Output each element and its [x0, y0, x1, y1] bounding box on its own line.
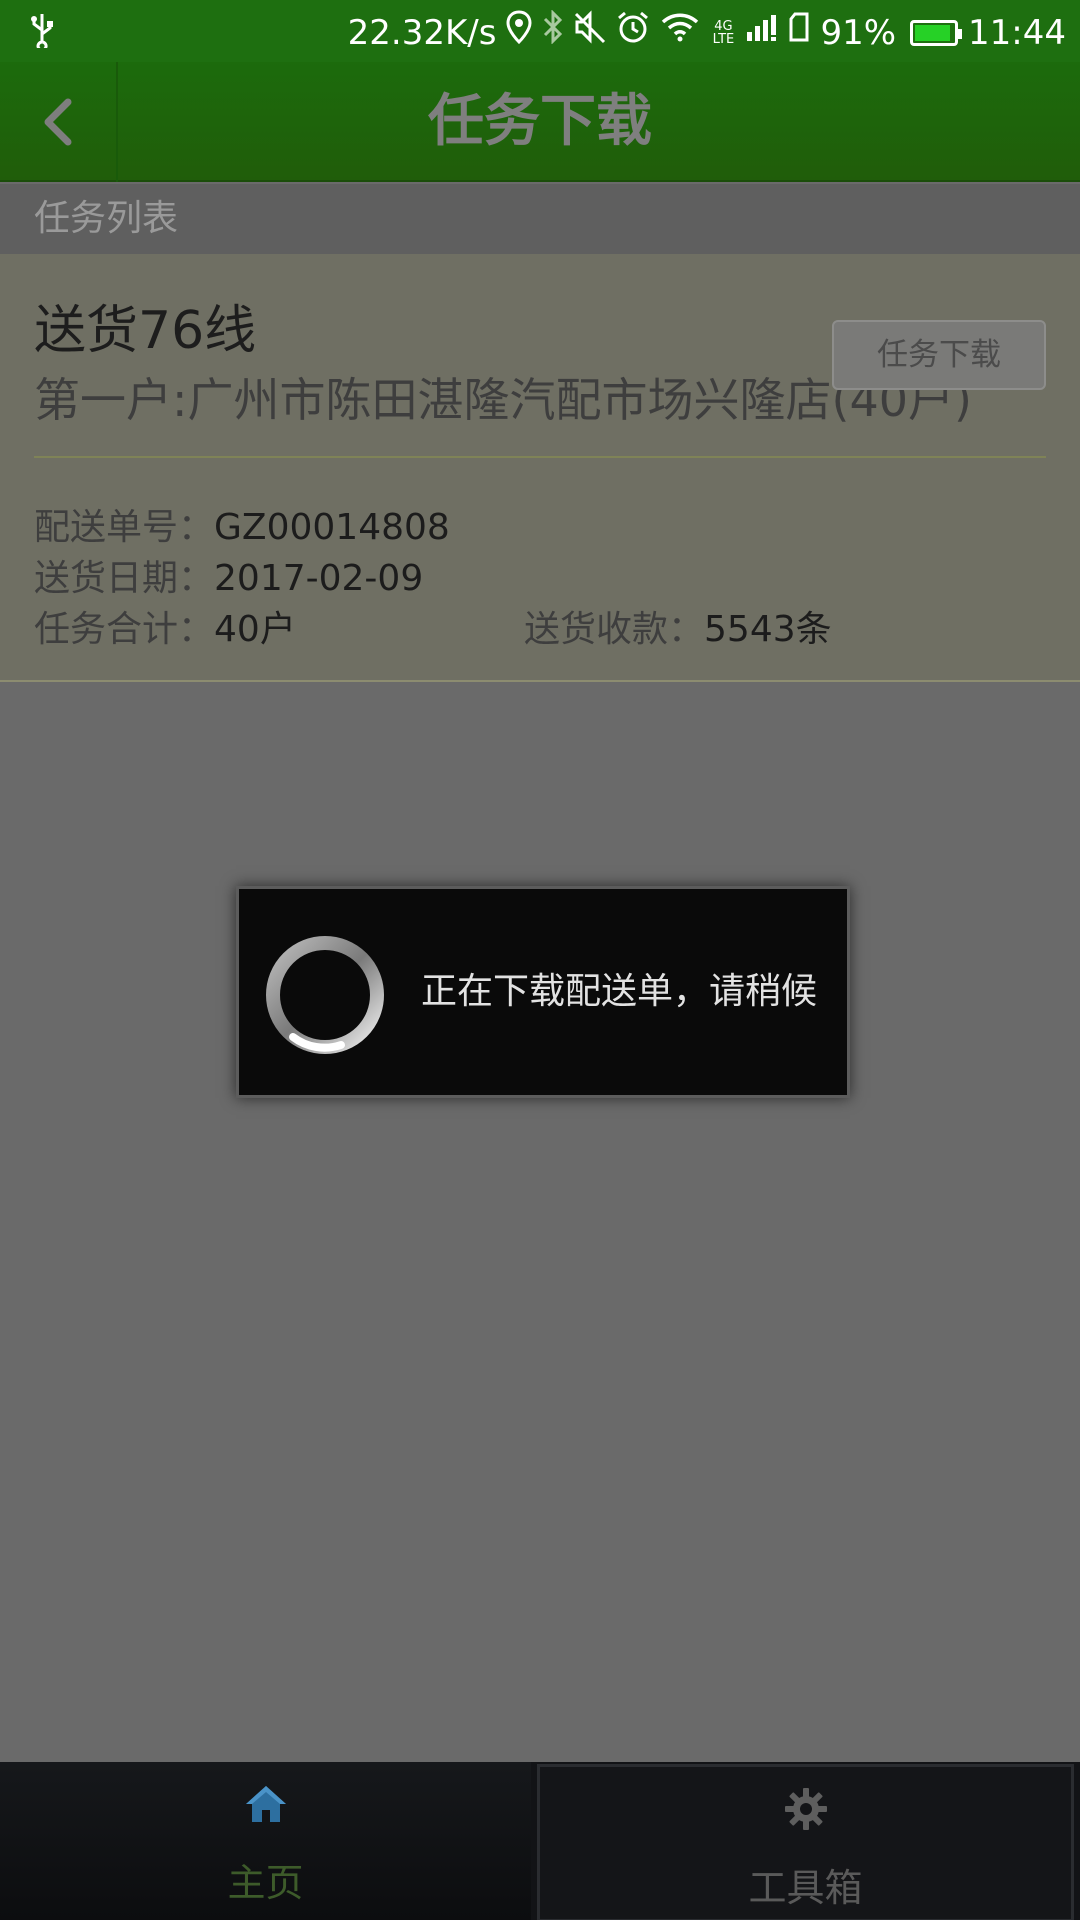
usb-icon — [28, 12, 56, 59]
status-bar: 22.32K/s 4G LTE 91% 11:44 — [0, 0, 1080, 62]
alarm-icon — [616, 10, 650, 55]
card-divider — [34, 456, 1046, 458]
sim-icon — [788, 12, 810, 53]
network-speed: 22.32K/s — [347, 12, 497, 53]
location-icon — [506, 10, 532, 55]
task-total-value: 40户 — [214, 609, 296, 650]
payment-row: 送货收款：5543条 — [524, 600, 832, 652]
payment-label: 送货收款： — [524, 609, 705, 650]
delivery-date-value: 2017-02-09 — [214, 558, 424, 599]
loading-message: 正在下载配送单，请稍候 — [421, 971, 818, 1012]
nav-home[interactable]: 主页 — [0, 1762, 531, 1920]
wifi-icon — [660, 12, 700, 53]
nav-home-label: 主页 — [227, 1861, 304, 1905]
clock: 11:44 — [968, 12, 1066, 53]
back-button[interactable] — [0, 62, 118, 182]
loading-spinner-icon — [266, 936, 384, 1054]
task-card[interactable]: 送货76线 第一户:广州市陈田湛隆汽配市场兴隆店(40户) 任务下载 配送单号：… — [0, 254, 1080, 682]
order-number-label: 配送单号： — [34, 507, 215, 548]
bottom-nav: 主页 工具箱 — [0, 1762, 1080, 1920]
battery-icon — [910, 19, 963, 46]
chevron-left-icon — [44, 98, 72, 146]
page-title: 任务下载 — [428, 89, 652, 154]
signal-icon — [746, 13, 778, 53]
nav-toolbox-label: 工具箱 — [748, 1866, 863, 1910]
title-bar: 任务下载 — [0, 62, 1080, 182]
home-icon — [245, 1786, 286, 1822]
loading-dialog: 正在下载配送单，请稍候 — [236, 886, 850, 1098]
nav-toolbox[interactable]: 工具箱 — [537, 1764, 1074, 1920]
network-type: 4G LTE — [712, 18, 735, 47]
delivery-date-label: 送货日期： — [34, 558, 215, 599]
task-title: 送货76线 — [34, 301, 257, 361]
task-total-row: 任务合计：40户 — [34, 600, 296, 652]
delivery-date-row: 送货日期：2017-02-09 — [34, 549, 423, 601]
task-download-button[interactable]: 任务下载 — [832, 320, 1046, 390]
order-number-row: 配送单号：GZ00014808 — [34, 498, 450, 550]
battery-percent: 91% — [820, 12, 897, 53]
mute-icon — [574, 10, 606, 55]
bluetooth-icon — [542, 9, 564, 55]
task-total-label: 任务合计： — [34, 609, 215, 650]
order-number-value: GZ00014808 — [214, 507, 450, 548]
gear-icon — [784, 1788, 827, 1830]
payment-value: 5543条 — [704, 609, 832, 650]
section-header: 任务列表 — [0, 184, 1080, 254]
